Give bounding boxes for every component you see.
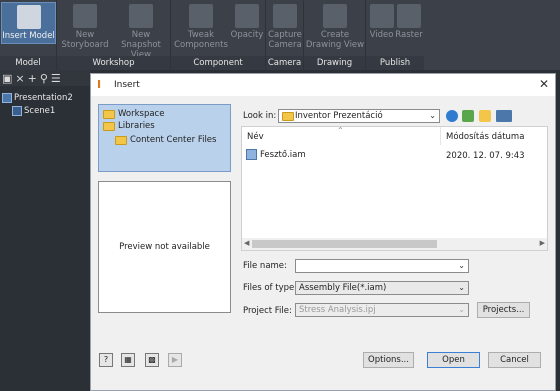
model-browser: ▣ × + ⚲ ☰ Presentation2 Scene1 [0, 70, 90, 391]
search-icon[interactable]: ⚲ [40, 72, 48, 85]
ribbon: Insert Model Model New Storyboard New Sn… [0, 0, 560, 70]
navigate-icon[interactable]: ▶ [168, 353, 182, 367]
dialog-title: Insert [114, 80, 140, 90]
dialog-titlebar: I Insert ✕ [91, 74, 555, 96]
open-button[interactable]: Open [427, 352, 480, 368]
file-name-label: File name: [243, 261, 287, 271]
scene-icon [12, 105, 22, 116]
insert-model-icon [16, 5, 41, 29]
view-menu-icon[interactable] [496, 110, 512, 122]
vault-icon[interactable]: ▩ [145, 353, 159, 367]
close-icon[interactable]: ✕ [539, 77, 549, 91]
file-name-input[interactable]: ⌄ [295, 259, 469, 273]
horizontal-scrollbar[interactable]: ◀ ▶ [242, 238, 547, 250]
preview-pane: Preview not available [98, 181, 231, 313]
chevron-down-icon: ⌄ [458, 261, 465, 270]
presentation-icon [2, 92, 12, 103]
browser-toolbar: ▣ × + ⚲ ☰ [0, 70, 90, 86]
panel-label-camera: Camera [266, 56, 303, 70]
scrollbar-thumb[interactable] [252, 240, 437, 248]
projects-button[interactable]: Projects... [477, 302, 530, 318]
file-row[interactable]: Fesztő.iam [246, 149, 306, 160]
folder-icon [103, 109, 115, 119]
snapshot-icon [129, 4, 153, 28]
storyboard-icon [73, 4, 97, 28]
new-storyboard-button[interactable]: New Storyboard [59, 2, 111, 50]
files-of-type-select[interactable]: Assembly File(*.iam) ⌄ [295, 281, 469, 295]
ribbon-panel-workshop: New Storyboard New Snapshot View Worksho… [57, 0, 171, 70]
preview-text: Preview not available [119, 242, 210, 252]
capture-camera-button[interactable]: Capture Camera [267, 2, 303, 50]
create-drawing-view-button[interactable]: Create Drawing View [305, 2, 365, 50]
insert-dialog: I Insert ✕ Workspace Libraries Content C… [90, 73, 556, 391]
tree-item-presentation[interactable]: Presentation2 [0, 91, 90, 104]
ribbon-panel-camera: Capture Camera Camera [266, 0, 304, 70]
drawing-view-icon [323, 4, 347, 28]
menu-icon[interactable]: ☰ [51, 72, 61, 85]
column-header-name[interactable]: Név [247, 132, 264, 142]
help-icon[interactable]: ? [99, 353, 113, 367]
camera-icon [273, 4, 297, 28]
tree-item-scene[interactable]: Scene1 [0, 104, 90, 117]
close-icon[interactable]: × [15, 72, 24, 85]
opacity-button[interactable]: Opacity [229, 2, 265, 40]
panel-label-workshop: Workshop [57, 56, 170, 70]
places-panel: Workspace Libraries Content Center Files [98, 104, 231, 172]
panel-label-model: Model [0, 56, 56, 70]
column-header-date[interactable]: Módosítás dátuma [446, 132, 524, 142]
chevron-down-icon: ⌄ [458, 305, 465, 314]
ribbon-panel-drawing: Create Drawing View Drawing [304, 0, 366, 70]
ribbon-panel-publish: Video Raster Publish [366, 0, 424, 70]
look-in-combo[interactable]: Inventor Prezentáció ⌄ [278, 109, 440, 123]
cancel-button[interactable]: Cancel [488, 352, 541, 368]
new-snapshot-view-button[interactable]: New Snapshot View [111, 2, 171, 60]
look-in-label: Look in: [243, 111, 277, 121]
scroll-right-icon[interactable]: ▶ [540, 239, 545, 247]
ribbon-panel-model: Insert Model Model [0, 0, 57, 70]
sort-up-icon: ⌃ [337, 126, 344, 135]
place-workspace[interactable]: Workspace [103, 108, 230, 120]
options-button[interactable]: Options... [363, 352, 414, 368]
assembly-file-icon [246, 149, 257, 160]
place-content-center[interactable]: Content Center Files [115, 134, 230, 146]
folder-icon [282, 112, 294, 121]
folder-icon [115, 135, 127, 145]
chevron-down-icon: ⌄ [429, 111, 436, 120]
opacity-icon [235, 4, 259, 28]
ribbon-panel-component: Tweak Components Opacity Component [171, 0, 266, 70]
insert-model-button[interactable]: Insert Model [1, 2, 56, 44]
file-date: 2020. 12. 07. 9:43 [446, 151, 525, 161]
tweak-components-button[interactable]: Tweak Components [173, 2, 229, 50]
files-of-type-label: Files of type: [243, 283, 298, 293]
raster-icon [397, 4, 421, 28]
tweak-icon [189, 4, 213, 28]
raster-button[interactable]: Raster [395, 2, 423, 40]
project-file-select[interactable]: Stress Analysis.ipj ⌄ [295, 303, 469, 317]
add-icon[interactable]: + [28, 72, 37, 85]
folder-icon [103, 121, 115, 131]
browser-tabs-icon[interactable]: ▣ [2, 72, 12, 85]
scroll-left-icon[interactable]: ◀ [244, 239, 249, 247]
place-libraries[interactable]: Libraries [103, 120, 230, 132]
video-icon [369, 4, 394, 28]
inventor-logo-icon: I [97, 78, 102, 91]
column-divider [440, 127, 441, 145]
panel-label-component: Component [171, 56, 265, 70]
video-button[interactable]: Video [368, 2, 395, 40]
panel-label-drawing: Drawing [304, 56, 365, 70]
chevron-down-icon: ⌄ [458, 283, 465, 292]
back-icon[interactable] [446, 110, 458, 122]
new-folder-icon[interactable] [479, 110, 491, 122]
project-file-label: Project File: [243, 306, 292, 316]
file-list[interactable]: Név ⌃ Módosítás dátuma Fesztő.iam 2020. … [241, 126, 548, 251]
up-folder-icon[interactable] [462, 110, 474, 122]
panel-label-publish: Publish [366, 56, 424, 70]
find-icon[interactable]: ▦ [121, 353, 135, 367]
